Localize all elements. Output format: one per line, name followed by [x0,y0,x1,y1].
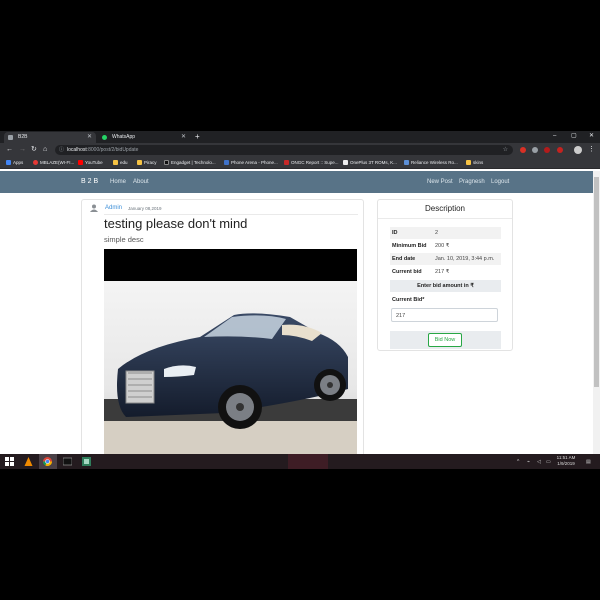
tab-b2b[interactable]: B2B ✕ [4,132,96,143]
app-icon[interactable] [82,457,91,466]
network-icon[interactable]: ⌁ [527,459,530,465]
description-card: Description ID 2 Minimum Bid 200 ₹ End d… [377,199,513,351]
profile-avatar[interactable] [574,146,582,154]
new-tab-icon[interactable]: + [195,132,200,142]
menu-icon[interactable]: ⋮ [588,145,595,155]
bid-hint: Enter bid amount in ₹ [390,280,501,292]
post-author[interactable]: Admin [105,205,122,211]
post-date: January 08,2019 [128,206,162,211]
notification-icon[interactable]: ▤ [586,459,591,465]
bid-now-button[interactable]: Bid Now [428,333,462,347]
nav-user[interactable]: Pragnesh [459,171,485,193]
post-title: testing please don't mind [104,216,248,231]
back-icon[interactable]: ← [6,145,13,155]
description-heading: Description [378,200,512,219]
taskbar-clock[interactable]: 11:51 AM 1/9/2019 [553,455,579,467]
bookmark-item[interactable]: Engadget | Technolo... [164,157,216,168]
bookmark-item[interactable]: Phone Arena - Phone... [224,157,278,168]
address-bar[interactable]: ⓘ localhost:8000/post/2/bidUpdate ☆ [55,145,513,155]
bookmark-apps[interactable]: Apps [6,157,23,168]
maximize-icon[interactable]: ▢ [571,131,577,142]
bookmark-item[interactable]: YouTube [78,157,103,168]
car-image [104,281,357,454]
apps-icon [6,160,11,165]
close-icon[interactable]: ✕ [87,132,92,143]
chrome-taskbar-button[interactable] [39,454,57,469]
bookmark-item[interactable]: OnePlus 3T ROMs, K... [343,157,397,168]
nav-about[interactable]: About [133,171,149,193]
reload-icon[interactable]: ↻ [31,145,37,155]
post-description: simple desc [104,235,144,244]
bookmark-folder[interactable]: Piracy [137,157,157,168]
extension-icon[interactable] [544,147,550,153]
bookmark-star-icon[interactable]: ☆ [503,145,508,155]
image-top-band [104,249,357,281]
taskbar-wallpaper-region [288,454,328,469]
home-icon[interactable]: ⌂ [43,145,47,155]
extension-icon[interactable] [557,147,563,153]
engadget-icon [164,160,169,165]
close-icon[interactable]: ✕ [181,132,186,143]
minimize-icon[interactable]: – [553,131,556,142]
bid-amount-input[interactable]: 217 [391,308,498,322]
chevron-up-icon[interactable]: ^ [517,459,519,465]
adblock-extension-icon[interactable] [520,147,526,153]
divider [104,214,358,215]
browser-tab-strip: B2B ✕ WhatsApp ✕ + – ▢ ✕ [0,131,600,143]
post-card: Admin January 08,2019 testing please don… [81,199,364,454]
tab-label: WhatsApp [112,134,136,140]
bookmark-item[interactable]: ONGC Report :: Supe... [284,157,339,168]
phonearena-icon [224,160,229,165]
keyboard-icon[interactable]: ▭ [546,459,551,465]
scrollbar-thumb[interactable] [594,177,599,387]
volume-icon[interactable]: ◁ [537,459,541,465]
info-row-end-date: End date Jan. 10, 2019, 3:44 p.m. [390,253,501,265]
user-icon [90,204,98,212]
forward-icon[interactable]: → [19,145,26,155]
folder-icon [466,160,471,165]
bookmark-item[interactable]: MBLAZE(WI-FI... [33,157,74,168]
bookmark-folder[interactable]: skins [466,157,483,168]
whatsapp-icon [102,135,107,140]
info-row-minimum-bid: Minimum Bid 200 ₹ [392,243,450,249]
site-brand[interactable]: B2B [81,171,100,193]
url-path: :8000/post/2/bidUpdate [86,147,139,153]
url-host: localhost [67,147,87,153]
ongc-icon [284,160,289,165]
clock-date: 1/9/2019 [557,461,575,466]
site-navbar: B2B Home About New Post Pragnesh Logout [0,171,593,193]
bookmark-item[interactable]: Reliance Wireless Ro... [404,157,458,168]
info-row-current-bid: Current bid 217 ₹ [392,269,450,275]
tab-whatsapp[interactable]: WhatsApp ✕ [98,132,190,143]
terminal-icon[interactable] [63,457,72,466]
opera-icon [33,160,38,165]
desktop-screen: B2B ✕ WhatsApp ✕ + – ▢ ✕ ← → ↻ ⌂ ⓘ local… [0,131,600,469]
page-icon [8,135,13,140]
bid-field-label: Current Bid* [392,297,425,303]
page-content: Admin January 08,2019 testing please don… [0,193,593,454]
windows-taskbar: ^ ⌁ ◁ ▭ 11:51 AM 1/9/2019 ▤ [0,454,600,469]
windows-start-icon[interactable] [5,457,14,466]
close-window-icon[interactable]: ✕ [589,131,594,142]
nav-new-post[interactable]: New Post [427,171,453,193]
nav-home[interactable]: Home [110,171,126,193]
info-row-id: ID 2 [390,227,501,239]
reliance-icon [404,160,409,165]
extension-icon[interactable] [532,147,538,153]
youtube-icon [78,160,83,165]
bid-action-bar: Bid Now [390,331,501,349]
folder-icon [137,160,142,165]
info-icon: ⓘ [59,147,65,153]
tab-label: B2B [18,134,28,140]
page-icon [343,160,348,165]
chrome-icon [43,457,52,466]
page-scrollbar[interactable] [593,171,600,454]
bookmarks-bar: Apps MBLAZE(WI-FI... YouTube edu Piracy … [0,157,600,169]
nav-logout[interactable]: Logout [491,171,509,193]
vlc-icon[interactable] [24,457,33,466]
folder-icon [113,160,118,165]
browser-toolbar: ← → ↻ ⌂ ⓘ localhost:8000/post/2/bidUpdat… [0,143,600,157]
bookmark-folder[interactable]: edu [113,157,128,168]
